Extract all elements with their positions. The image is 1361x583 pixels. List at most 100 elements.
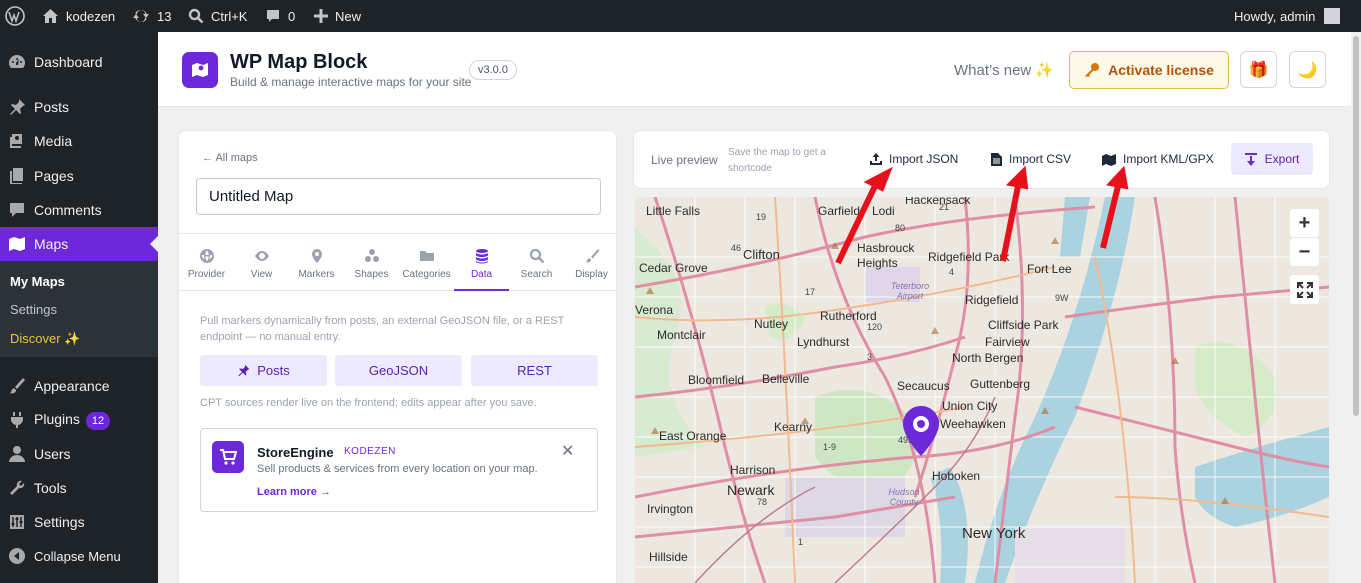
map-canvas[interactable]: Little Falls Garfield Lodi Hackensack Cl… <box>635 197 1329 583</box>
sidebar-item-comments[interactable]: Comments <box>0 193 158 227</box>
maps-submenu: My Maps Settings Discover ✨ <box>0 261 158 357</box>
zoom-in-button[interactable]: + <box>1290 209 1319 237</box>
eye-icon <box>234 248 289 264</box>
map-label: Clifton <box>743 247 780 262</box>
map-label: Harrison <box>730 463 776 477</box>
fullscreen-button[interactable] <box>1290 275 1319 304</box>
map-name-input[interactable] <box>196 178 601 215</box>
map-icon <box>1102 153 1116 166</box>
comment-icon <box>267 10 279 22</box>
promo-name: StoreEngine <box>257 445 334 460</box>
import-csv-label: Import CSV <box>1009 152 1072 166</box>
comments-link[interactable]: 0 <box>265 0 295 32</box>
sidebar-item-label: Comments <box>34 202 102 218</box>
page-title: WP Map Block <box>230 51 368 73</box>
import-csv-button[interactable]: Import CSV <box>991 152 1071 166</box>
tab-provider[interactable]: Provider <box>179 234 234 291</box>
map-label: Lyndhurst <box>797 335 850 349</box>
sidebar-collapse-menu[interactable]: Collapse Menu <box>0 539 158 573</box>
activate-license-label: Activate license <box>1108 62 1214 78</box>
tab-label: Markers <box>298 269 335 280</box>
activate-license-button[interactable]: Activate license <box>1069 51 1229 89</box>
route-shield: 17 <box>805 287 816 297</box>
tab-shapes[interactable]: Shapes <box>344 234 399 291</box>
source-rest-button[interactable]: REST <box>471 355 598 386</box>
wrench-icon <box>7 478 27 498</box>
sidebar-item-users[interactable]: Users <box>0 437 158 471</box>
map-label: Hoboken <box>932 469 981 483</box>
site-name-link[interactable]: kodezen <box>42 0 115 32</box>
map-label: Fort Lee <box>1027 262 1072 276</box>
all-maps-link[interactable]: ← All maps <box>202 152 258 164</box>
search-icon <box>509 248 564 264</box>
key-icon <box>1085 63 1100 77</box>
sidebar-item-dashboard[interactable]: Dashboard <box>0 45 158 79</box>
map-icon <box>7 234 27 254</box>
sidebar-item-pages[interactable]: Pages <box>0 159 158 193</box>
source-geojson-button[interactable]: GeoJSON <box>335 355 462 386</box>
promo-learn-more-link[interactable]: Learn more → <box>257 486 331 498</box>
route-shield: 1-9 <box>823 442 837 452</box>
sidebar-item-plugins[interactable]: Plugins 12 <box>0 403 158 437</box>
admin-bar: kodezen 13 Ctrl+K 0 New Howdy, admin <box>0 0 1361 32</box>
sidebar-item-tools[interactable]: Tools <box>0 471 158 505</box>
zoom-out-button[interactable]: − <box>1290 238 1319 266</box>
storeengine-promo: StoreEngine KODEZEN Sell products & serv… <box>200 428 598 512</box>
tab-categories[interactable]: Categories <box>399 234 454 291</box>
sidebar-item-media[interactable]: Media <box>0 124 158 158</box>
export-button[interactable]: Export <box>1231 143 1313 175</box>
map-label: New York <box>962 525 1026 542</box>
tab-view[interactable]: View <box>234 234 289 291</box>
sidebar-item-label: Collapse Menu <box>34 548 121 564</box>
wordpress-logo-icon[interactable] <box>5 0 25 32</box>
sidebar-item-label: Appearance <box>34 378 110 394</box>
route-shield: 1 <box>798 537 804 547</box>
map-label: Ridgefield <box>965 293 1019 307</box>
updates-count: 13 <box>157 8 172 24</box>
tab-data[interactable]: Data <box>454 234 509 291</box>
tab-label: Display <box>575 269 608 280</box>
close-icon[interactable]: ✕ <box>561 441 574 461</box>
dashboard-icon <box>7 52 27 72</box>
search-icon <box>188 8 204 24</box>
map-label: Weehawken <box>940 417 1006 431</box>
import-json-button[interactable]: Import JSON <box>870 152 958 166</box>
map-editor-panel: ← All maps Provider View Markers Shapes … <box>178 130 617 583</box>
sidebar-item-maps[interactable]: Maps <box>0 227 158 261</box>
sidebar-item-settings[interactable]: Settings <box>0 505 158 539</box>
submenu-discover[interactable]: Discover ✨ <box>10 331 80 347</box>
sidebar-item-posts[interactable]: Posts <box>0 90 158 124</box>
new-content-link[interactable]: New <box>314 0 361 32</box>
sidebar-item-label: Tools <box>34 480 67 496</box>
updates-link[interactable]: 13 <box>132 0 171 32</box>
tab-search[interactable]: Search <box>509 234 564 291</box>
live-preview-label: Live preview <box>651 153 718 167</box>
map-label: Lodi <box>872 204 895 218</box>
command-search[interactable]: Ctrl+K <box>188 0 247 32</box>
tab-label: Categories <box>402 269 451 280</box>
submenu-my-maps[interactable]: My Maps <box>10 274 65 289</box>
import-kml-button[interactable]: Import KML/GPX <box>1102 152 1214 166</box>
submenu-settings[interactable]: Settings <box>10 302 57 317</box>
shapes-icon <box>344 248 399 264</box>
sidebar-item-label: Users <box>34 446 71 462</box>
page-scrollbar[interactable] <box>1351 32 1361 583</box>
account-menu[interactable]: Howdy, admin <box>1234 0 1341 32</box>
source-posts-button[interactable]: Posts <box>200 355 327 386</box>
sidebar-item-appearance[interactable]: Appearance <box>0 369 158 403</box>
map-marker-pin[interactable] <box>902 405 940 457</box>
scrollbar-thumb[interactable] <box>1353 36 1359 416</box>
map-label: Rutherford <box>820 309 877 323</box>
settings-icon <box>7 512 27 532</box>
dark-mode-toggle[interactable]: 🌙 <box>1289 51 1326 88</box>
tab-markers[interactable]: Markers <box>289 234 344 291</box>
gift-button[interactable]: 🎁 <box>1240 51 1277 88</box>
active-pointer <box>150 236 158 252</box>
map-label: North Bergen <box>952 351 1024 365</box>
source-label: REST <box>517 363 552 378</box>
new-label: New <box>335 8 362 24</box>
tab-display[interactable]: Display <box>564 234 619 291</box>
map-label: Belleville <box>762 372 810 386</box>
page-subtitle: Build & manage interactive maps for your… <box>230 75 472 89</box>
whats-new-link[interactable]: What’s new ✨ <box>954 61 1054 79</box>
